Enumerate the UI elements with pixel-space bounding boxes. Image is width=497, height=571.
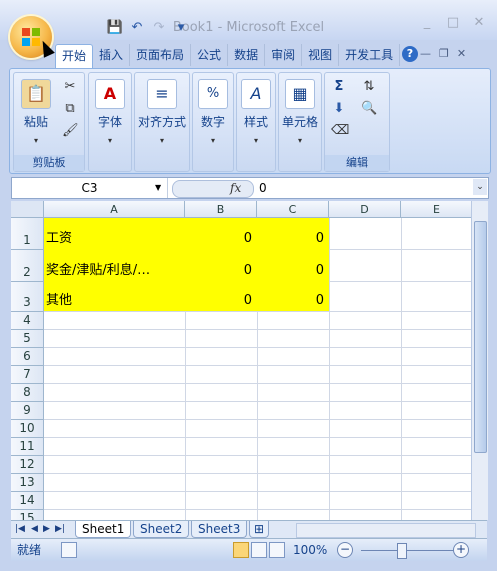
percent-icon: % [198,79,228,109]
worksheet-grid[interactable]: A B C D E 1 2 3 4 5 6 7 8 9 10 11 12 13 … [11,201,471,520]
name-box-dropdown-icon[interactable]: ▼ [155,178,161,198]
editing-group-label: 编辑 [325,155,389,171]
expand-formula-bar-icon[interactable]: ⌄ [473,179,487,195]
clipboard-group-label: 剪贴板 [14,155,84,171]
paste-button[interactable]: 📋 粘贴 ▾ [18,79,54,145]
cells-button[interactable]: ▦ 单元格 ▾ [279,79,321,145]
tab-view[interactable]: 视图 [302,44,340,66]
font-button[interactable]: A 字体 ▾ [93,79,127,145]
ribbon-tabs: 开始 插入 页面布局 公式 数据 审阅 视图 开发工具 [55,44,401,68]
formula-bar: C3 ▼ fx 0 ⌄ [11,177,489,199]
window-controls: _ □ ✕ [414,16,492,32]
page-break-view-icon[interactable] [269,542,285,558]
name-box[interactable]: C3 [12,178,168,198]
qat-customize-icon[interactable]: ▾ [172,19,190,37]
tab-developer[interactable]: 开发工具 [339,44,401,66]
autosum-icon[interactable]: Σ [331,79,347,95]
styles-group[interactable]: A 样式 ▾ [236,72,276,172]
number-group[interactable]: % 数字 ▾ [192,72,234,172]
editing-group: Σ ⇅ ⬇ 🔍 ⌫ 编辑 [324,72,390,172]
sort-filter-icon[interactable]: ⇅ [361,79,377,95]
styles-button[interactable]: A 样式 ▾ [239,79,273,145]
workbook-controls: — ❐ ✕ [420,47,466,60]
formula-input[interactable]: 0 [259,178,267,198]
minimize-icon[interactable]: _ [414,16,440,32]
copy-icon[interactable]: ⧉ [62,101,78,117]
cells-icon: ▦ [285,79,315,109]
number-button[interactable]: % 数字 ▾ [196,79,230,145]
cells-group[interactable]: ▦ 单元格 ▾ [278,72,322,172]
excel-window: Book1 - Microsoft Excel 💾 ↶ ↷ ▾ _ □ ✕ 开始… [0,0,497,571]
zoom-slider[interactable] [361,550,461,551]
align-icon: ≡ [147,79,177,109]
font-icon: A [95,79,125,109]
find-icon[interactable]: 🔍 [361,101,377,117]
quick-access-toolbar: 💾 ↶ ↷ ▾ [58,18,190,38]
tab-review[interactable]: 审阅 [265,44,303,66]
formula-separator [172,180,254,198]
alignment-group[interactable]: ≡ 对齐方式 ▾ [134,72,190,172]
page-layout-view-icon[interactable] [251,542,267,558]
sheet-tab-sheet2[interactable]: Sheet2 [133,521,190,538]
status-ready: 就绪 [17,543,42,557]
prev-sheet-icon[interactable]: ◀ [31,521,38,538]
tab-insert[interactable]: 插入 [93,44,131,66]
vertical-scrollbar[interactable] [471,201,488,520]
workbook-minimize-icon[interactable]: — [420,47,431,60]
tab-formulas[interactable]: 公式 [191,44,229,66]
undo-icon[interactable]: ↶ [128,19,146,37]
help-icon[interactable]: ? [402,46,418,62]
maximize-icon[interactable]: □ [440,16,466,32]
first-sheet-icon[interactable]: |◀ [15,521,25,538]
fill-icon[interactable]: ⬇ [331,101,347,117]
close-icon[interactable]: ✕ [466,16,492,32]
save-icon[interactable]: 💾 [106,19,124,37]
tab-data[interactable]: 数据 [228,44,266,66]
insert-sheet-icon[interactable]: ⊞ [249,521,270,538]
font-group[interactable]: A 字体 ▾ [88,72,132,172]
insert-function-button[interactable]: fx [230,178,241,198]
status-bar: 就绪 100% − + [11,538,487,561]
clear-icon[interactable]: ⌫ [331,123,349,139]
next-sheet-icon[interactable]: ▶ [43,521,50,538]
zoom-slider-thumb[interactable] [397,543,407,559]
gridlines [44,218,471,520]
zoom-level[interactable]: 100% [293,539,327,561]
last-sheet-icon[interactable]: ▶| [55,521,65,538]
styles-icon: A [241,79,271,109]
sheet-tab-sheet3[interactable]: Sheet3 [191,521,248,538]
title-bar: Book1 - Microsoft Excel 💾 ↶ ↷ ▾ _ □ ✕ [0,0,497,40]
sheet-tab-bar: |◀ ◀ ▶ ▶| Sheet1 Sheet2 Sheet3 ⊞ [11,520,487,538]
format-painter-icon[interactable]: 🖌 [62,123,79,139]
cut-icon[interactable]: ✂ [62,79,78,95]
zoom-in-icon[interactable]: + [453,542,469,558]
workbook-close-icon[interactable]: ✕ [457,47,466,60]
vertical-scroll-thumb[interactable] [474,221,487,453]
normal-view-icon[interactable] [233,542,249,558]
ribbon-panel: 📋 粘贴 ▾ ✂ ⧉ 🖌 剪贴板 A 字体 ▾ ≡ 对齐方式 ▾ % 数字 ▾ … [9,68,491,174]
clipboard-group: 📋 粘贴 ▾ ✂ ⧉ 🖌 剪贴板 [13,72,85,172]
horizontal-scrollbar[interactable] [296,523,476,538]
tab-page-layout[interactable]: 页面布局 [130,44,192,66]
zoom-out-icon[interactable]: − [337,542,353,558]
paste-icon: 📋 [21,79,51,109]
macro-record-icon[interactable] [61,542,77,558]
alignment-button[interactable]: ≡ 对齐方式 ▾ [135,79,189,145]
sheet-tab-sheet1[interactable]: Sheet1 [75,521,132,538]
tab-home[interactable]: 开始 [55,44,94,68]
redo-icon[interactable]: ↷ [150,19,168,37]
workbook-restore-icon[interactable]: ❐ [439,47,449,60]
